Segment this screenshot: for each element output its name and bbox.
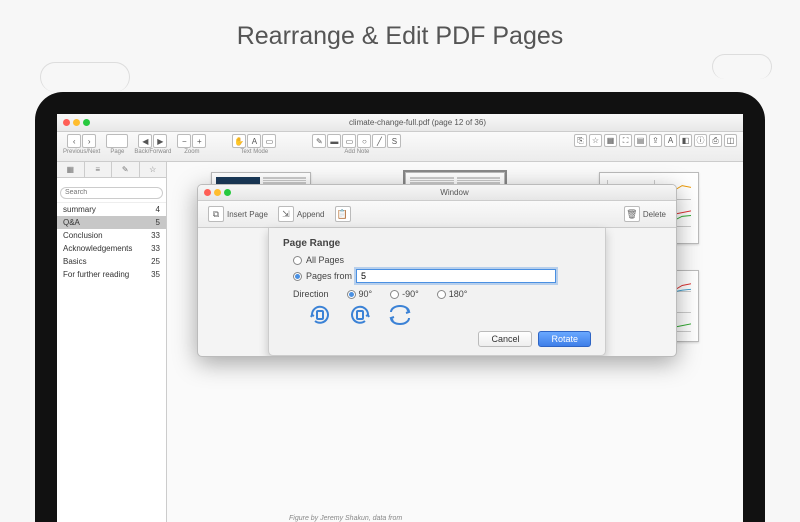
text-tool-button[interactable]: A (247, 134, 261, 148)
toolbar-label: Add Note (344, 149, 369, 155)
grid-icon[interactable]: ▦ (604, 134, 617, 147)
rotate-ccw-icon (347, 303, 373, 327)
pages-from-radio[interactable]: Pages from (293, 269, 591, 283)
main-toolbar: ‹ › Previous/Next Page ◀ ▶ Back/Forward … (57, 132, 743, 162)
rect-tool-button[interactable]: ▭ (342, 134, 356, 148)
insert-page-icon: ⧉ (208, 206, 224, 222)
oval-tool-button[interactable]: ○ (357, 134, 371, 148)
direction-label: Direction (293, 289, 329, 299)
cancel-button[interactable]: Cancel (478, 331, 532, 347)
append-icon: ⇲ (278, 206, 294, 222)
outline-item[interactable]: Q&A5 (57, 216, 166, 229)
highlight-tool-button[interactable]: ▬ (327, 134, 341, 148)
bookmark-icon[interactable]: ☆ (589, 134, 602, 147)
main-titlebar: climate-change-full.pdf (page 12 of 36) (57, 114, 743, 132)
caption-text: Figure by Jeremy Shakun, data from (289, 515, 402, 522)
rotate-180-radio[interactable]: 180° (437, 289, 468, 299)
toolbar-label: Back/Forward (134, 149, 171, 155)
delete-button[interactable]: 🗑Delete (624, 206, 666, 222)
outline-item[interactable]: Conclusion33 (57, 229, 166, 242)
toolbar-label: Zoom (184, 149, 199, 155)
rotate-button[interactable]: Rotate (538, 331, 591, 347)
zoom-out-button[interactable]: − (177, 134, 191, 148)
sidebar-tab-notes[interactable]: ✎ (112, 162, 140, 177)
document-title: climate-change-full.pdf (page 12 of 36) (98, 118, 737, 127)
radio-icon (390, 290, 399, 299)
screen: climate-change-full.pdf (page 12 of 36) … (57, 114, 743, 522)
line-tool-button[interactable]: ╱ (372, 134, 386, 148)
select-tool-button[interactable]: ▭ (262, 134, 276, 148)
close-icon[interactable] (204, 189, 211, 196)
sidebar-tab-outline[interactable]: ≡ (85, 162, 113, 177)
minimize-icon[interactable] (214, 189, 221, 196)
radio-icon (437, 290, 446, 299)
info-icon[interactable]: ⓘ (694, 134, 707, 147)
zoom-in-button[interactable]: + (192, 134, 206, 148)
decorative-cloud (40, 62, 130, 92)
maximize-icon[interactable] (224, 189, 231, 196)
panel-icon[interactable]: ◫ (724, 134, 737, 147)
strike-tool-button[interactable]: S (387, 134, 401, 148)
clipboard-icon: 📋 (335, 206, 351, 222)
maximize-icon[interactable] (83, 119, 90, 126)
minimize-icon[interactable] (73, 119, 80, 126)
all-pages-radio[interactable]: All Pages (293, 255, 591, 265)
fonts-icon[interactable]: A (664, 134, 677, 147)
back-button[interactable]: ◀ (138, 134, 152, 148)
outline-item[interactable]: Acknowledgements33 (57, 242, 166, 255)
radio-icon (347, 290, 356, 299)
print-icon[interactable]: ⎙ (709, 134, 722, 147)
share-icon[interactable]: ⇪ (649, 134, 662, 147)
toolbar-label: Text Mode (241, 149, 269, 155)
sidebar-tab-thumbnails[interactable]: ▦ (57, 162, 85, 177)
device-frame: climate-change-full.pdf (page 12 of 36) … (35, 92, 765, 522)
outline-item[interactable]: Basics25 (57, 255, 166, 268)
pages-from-input[interactable] (356, 269, 556, 283)
prev-page-button[interactable]: ‹ (67, 134, 81, 148)
sidebar-tab-bookmarks[interactable]: ☆ (140, 162, 167, 177)
dialog-title: Window (239, 188, 670, 197)
rotate-90-radio[interactable]: 90° (347, 289, 373, 299)
outline-item[interactable]: For further reading35 (57, 268, 166, 281)
crop-icon[interactable]: ⛶ (619, 134, 632, 147)
page-manager-window: Window ⧉Insert Page ⇲Append 📋 🗑Delete Pa… (197, 184, 677, 357)
toolbar-label: Page (110, 149, 124, 155)
append-button[interactable]: ⇲Append (278, 206, 325, 222)
outline-item[interactable]: summary4 (57, 203, 166, 216)
rotate-neg90-radio[interactable]: -90° (390, 289, 419, 299)
close-icon[interactable] (63, 119, 70, 126)
hero-title: Rearrange & Edit PDF Pages (0, 22, 800, 51)
page-field[interactable] (106, 134, 128, 148)
radio-icon (293, 272, 302, 281)
layers-icon[interactable]: ▤ (634, 134, 647, 147)
outline-list: summary4 Q&A5 Conclusion33 Acknowledgeme… (57, 203, 166, 281)
radio-icon (293, 256, 302, 265)
trash-icon: 🗑 (624, 206, 640, 222)
sidebar: ▦ ≡ ✎ ☆ summary4 Q&A5 Conclusion33 Ackno… (57, 162, 167, 522)
colors-icon[interactable]: ◧ (679, 134, 692, 147)
paste-button[interactable]: 📋 (335, 206, 351, 222)
sheet-heading: Page Range (283, 238, 591, 249)
next-page-button[interactable]: › (82, 134, 96, 148)
forward-button[interactable]: ▶ (153, 134, 167, 148)
toolbar-label: Previous/Next (63, 149, 100, 155)
rotate-180-icon (387, 303, 413, 327)
rotate-sheet: Page Range All Pages Pages from Directio… (268, 228, 606, 356)
hand-tool-button[interactable]: ✋ (232, 134, 246, 148)
note-tool-button[interactable]: ✎ (312, 134, 326, 148)
sidebar-search-input[interactable] (60, 187, 163, 199)
link-icon[interactable]: ⎘ (574, 134, 587, 147)
insert-page-button[interactable]: ⧉Insert Page (208, 206, 268, 222)
decorative-cloud (712, 54, 772, 79)
rotate-cw-icon (307, 303, 333, 327)
